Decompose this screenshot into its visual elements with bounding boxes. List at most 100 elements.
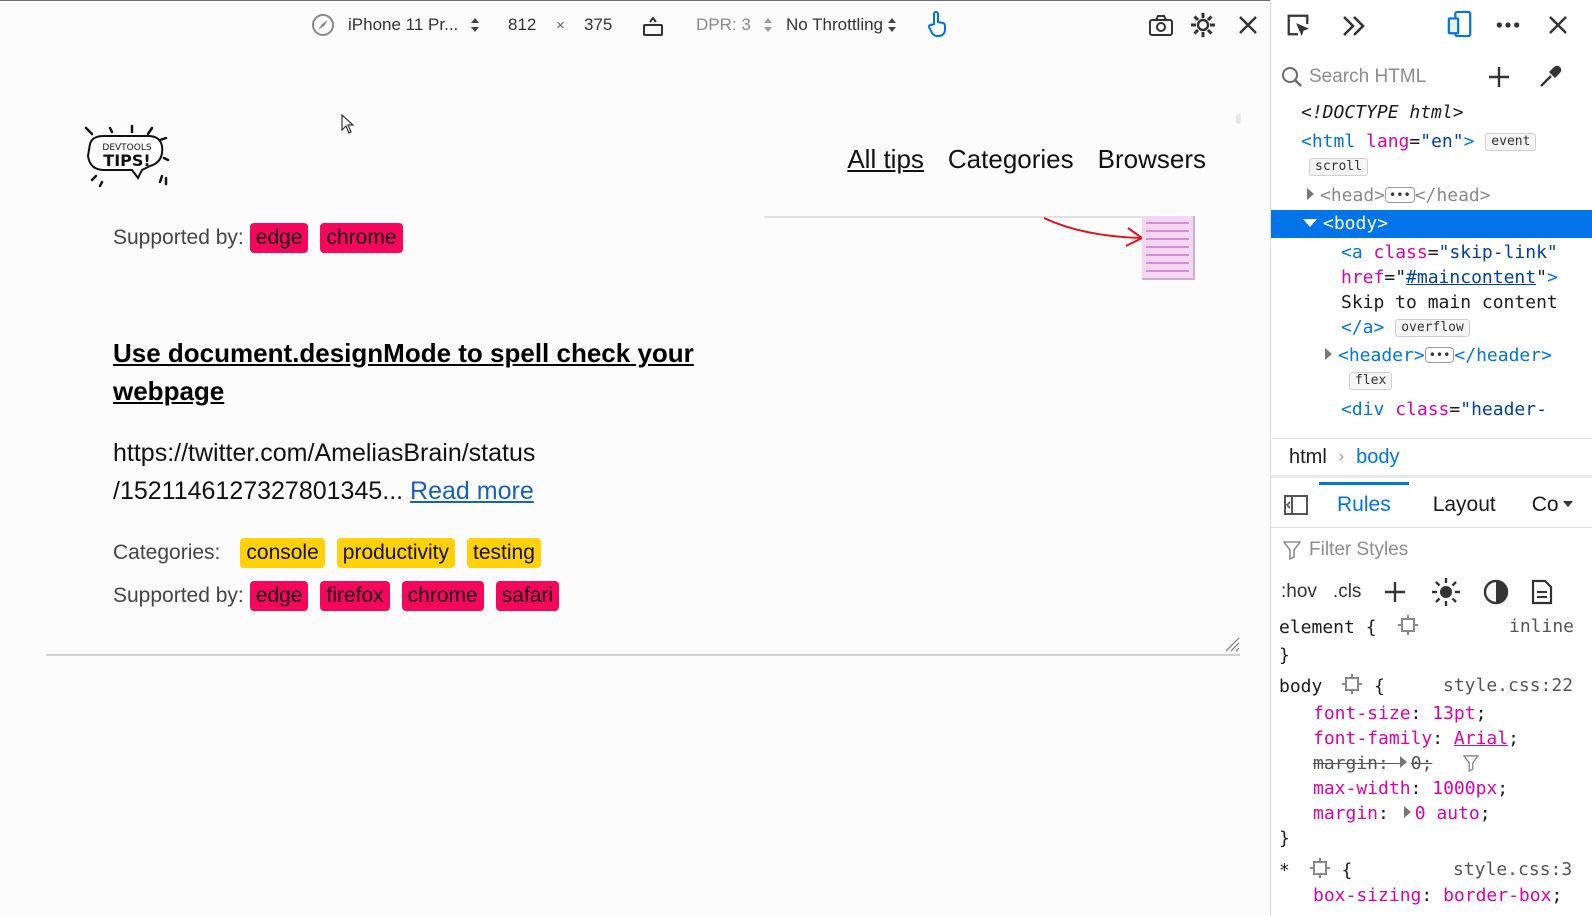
browser-tag-firefox[interactable]: firefox: [320, 581, 390, 611]
screenshot-icon[interactable]: [1148, 13, 1174, 39]
plus-icon[interactable]: [1383, 580, 1407, 604]
devtools-tips-logo[interactable]: DEVTOOLS TIPS!: [80, 122, 172, 192]
filter-styles-input[interactable]: Filter Styles: [1309, 539, 1408, 561]
tab-computed[interactable]: Co: [1514, 482, 1563, 528]
prop-value[interactable]: 13pt: [1432, 703, 1475, 724]
prop-value[interactable]: 0 auto: [1415, 803, 1480, 824]
nav-all-tips[interactable]: All tips: [847, 144, 924, 175]
node-highlight-icon[interactable]: [1397, 614, 1419, 636]
element-source[interactable]: inline: [1509, 614, 1574, 639]
device-selector[interactable]: iPhone 11 Pr...: [348, 1, 480, 49]
viewport-height-input[interactable]: 375: [584, 1, 612, 49]
prop-value[interactable]: border-box: [1443, 885, 1551, 906]
lang-attr: lang: [1366, 131, 1410, 152]
more-options-icon[interactable]: [1495, 12, 1521, 38]
scroll-badge[interactable]: scroll: [1309, 158, 1368, 176]
body-source[interactable]: style.css:22: [1443, 673, 1573, 698]
category-tag-productivity[interactable]: productivity: [336, 538, 455, 568]
dark-theme-icon[interactable]: [1483, 579, 1509, 605]
overflow-badge[interactable]: overflow: [1395, 319, 1470, 337]
sidebar-toggle-icon[interactable]: [1283, 494, 1309, 516]
breadcrumb-body[interactable]: body: [1356, 446, 1399, 469]
tree-header-node[interactable]: <header> ••• </header>: [1271, 343, 1592, 368]
hov-toggle[interactable]: :hov: [1281, 581, 1317, 603]
expand-triangle-icon[interactable]: [1325, 348, 1332, 360]
nav-categories[interactable]: Categories: [948, 144, 1074, 175]
category-tag-testing[interactable]: testing: [467, 538, 541, 568]
prop-value[interactable]: 1000px: [1432, 778, 1497, 799]
read-more-link[interactable]: Read more: [410, 477, 534, 505]
element-picker-icon[interactable]: [1285, 12, 1311, 38]
prop-name: margin: [1313, 803, 1379, 824]
breadcrumb: html › body: [1271, 438, 1592, 478]
a-href-value[interactable]: #maincontent: [1406, 267, 1536, 288]
tree-doctype[interactable]: <!DOCTYPE html>: [1271, 100, 1592, 125]
expand-triangle-icon[interactable]: [1399, 756, 1407, 768]
breadcrumb-html[interactable]: html: [1289, 446, 1327, 469]
touch-icon[interactable]: [924, 11, 950, 37]
rule-body-header[interactable]: body { style.css:22: [1271, 673, 1592, 699]
chevron-down-icon[interactable]: [1562, 500, 1573, 509]
rule-star-header[interactable]: * { style.css:3: [1271, 857, 1592, 883]
event-badge[interactable]: event: [1485, 133, 1537, 151]
decl-max-width[interactable]: max-width: 1000px;: [1271, 776, 1592, 801]
chevron-double-right-icon[interactable]: [1341, 13, 1367, 39]
supported-label: Supported by:: [113, 584, 244, 607]
tree-html-node[interactable]: <html lang="en"> event: [1271, 129, 1592, 154]
star-source[interactable]: style.css:3: [1453, 857, 1572, 882]
close-icon[interactable]: [1235, 12, 1261, 38]
throttling-selector[interactable]: No Throttling: [786, 1, 897, 49]
a-close-tag: </a>: [1341, 317, 1385, 338]
ellipsis-icon[interactable]: •••: [1424, 347, 1455, 363]
rotate-device-icon[interactable]: [640, 13, 666, 39]
filter-icon[interactable]: [1463, 754, 1480, 772]
browser-tag-edge[interactable]: edge: [249, 223, 309, 253]
expand-triangle-icon[interactable]: [1307, 188, 1314, 200]
dpr-selector[interactable]: DPR: 3: [696, 1, 773, 49]
decl-font-size[interactable]: font-size: 13pt;: [1271, 701, 1592, 726]
browser-tag-edge[interactable]: edge: [249, 581, 309, 611]
settings-gear-icon[interactable]: [1190, 12, 1216, 38]
tree-head-node[interactable]: <head> ••• </head>: [1271, 183, 1592, 208]
decl-box-sizing[interactable]: box-sizing: border-box;: [1271, 883, 1592, 908]
collapse-triangle-icon[interactable]: [1303, 219, 1317, 227]
ellipsis-icon[interactable]: •••: [1385, 187, 1415, 203]
responsive-mode-icon[interactable]: [1447, 10, 1473, 38]
excerpt-line-2: /1521146127327801345...: [113, 477, 411, 505]
div-open-tag: <div: [1341, 399, 1385, 420]
flex-badge[interactable]: flex: [1349, 372, 1393, 390]
expand-triangle-icon[interactable]: [1403, 806, 1411, 818]
decl-margin[interactable]: margin: 0 auto;: [1271, 801, 1592, 826]
prop-name: font-family: [1313, 728, 1433, 749]
node-highlight-icon[interactable]: [1341, 673, 1363, 695]
light-theme-icon[interactable]: [1431, 577, 1461, 607]
compass-icon[interactable]: [310, 12, 336, 38]
star-selector: *: [1279, 860, 1290, 881]
print-icon[interactable]: [1531, 579, 1553, 605]
search-html-input[interactable]: [1309, 66, 1469, 88]
decl-font-family[interactable]: font-family: Arial;: [1271, 726, 1592, 751]
nav-browsers[interactable]: Browsers: [1098, 144, 1206, 175]
category-tag-console[interactable]: console: [240, 538, 325, 568]
cls-toggle[interactable]: .cls: [1333, 581, 1362, 603]
eyedropper-icon[interactable]: [1537, 64, 1563, 90]
viewport-resize-handle[interactable]: [1224, 636, 1240, 652]
plus-icon[interactable]: [1487, 65, 1511, 89]
tree-div-node[interactable]: <div class="header-: [1271, 397, 1592, 433]
tab-layout[interactable]: Layout: [1415, 482, 1514, 528]
tree-skip-link-node[interactable]: <a class="skip-link" href="#maincontent"…: [1271, 240, 1592, 340]
tab-rules[interactable]: Rules: [1319, 481, 1409, 528]
browser-tag-chrome[interactable]: chrome: [401, 581, 484, 611]
browser-tag-safari[interactable]: safari: [495, 581, 560, 611]
viewport-width-input[interactable]: 812: [508, 1, 536, 49]
decl-margin-overridden[interactable]: margin: 0;: [1271, 751, 1592, 776]
rule-element[interactable]: element { inline: [1271, 614, 1592, 640]
close-icon[interactable]: [1545, 12, 1571, 38]
rules-toolbar: :hov .cls: [1271, 574, 1592, 610]
prop-value[interactable]: Arial: [1454, 728, 1508, 749]
tree-body-node-selected[interactable]: <body>: [1271, 210, 1592, 238]
scrollbar-thumb[interactable]: [1236, 114, 1241, 124]
article-title-link[interactable]: Use document.designMode to spell check y…: [113, 334, 723, 410]
browser-tag-chrome[interactable]: chrome: [320, 223, 403, 253]
node-highlight-icon[interactable]: [1309, 857, 1331, 879]
